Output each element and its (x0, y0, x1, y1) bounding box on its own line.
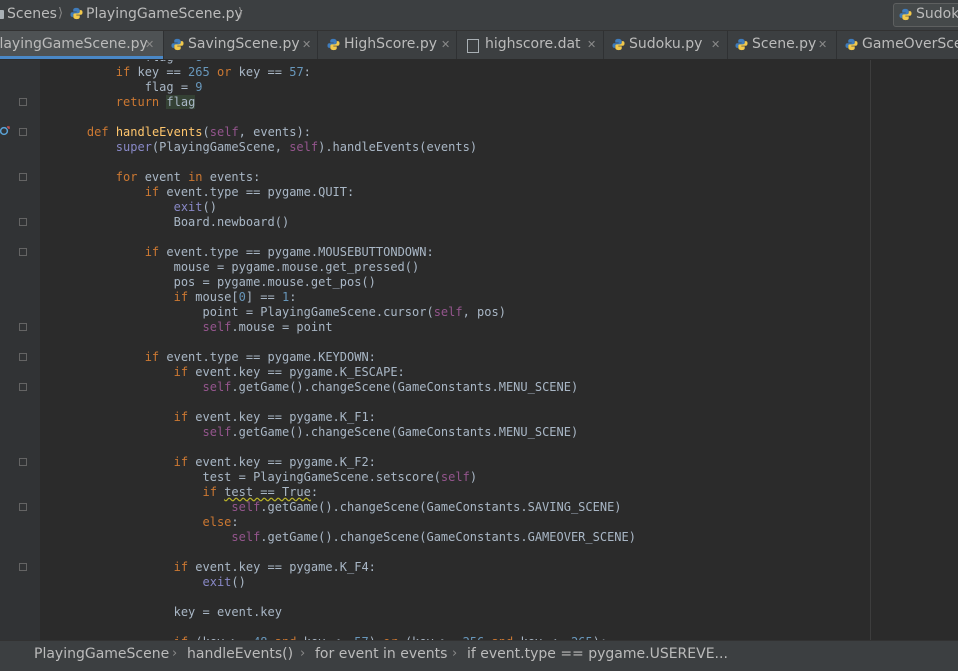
code-line[interactable] (58, 230, 636, 245)
code-line[interactable] (58, 335, 636, 350)
code-line[interactable]: def handleEvents(self, events): (58, 125, 636, 140)
tab-playinggamescene[interactable]: PlayingGameScene.py ✕ (0, 31, 164, 59)
breadcrumb-separator: › (172, 646, 178, 661)
close-icon[interactable]: ✕ (302, 38, 311, 51)
code-line[interactable] (58, 590, 636, 605)
code-line[interactable]: if mouse[0] == 1: (58, 290, 636, 305)
tab-scene[interactable]: Scene.py ✕ (728, 31, 837, 59)
close-icon[interactable]: ✕ (587, 38, 596, 51)
code-line[interactable]: flag = 9 (58, 80, 636, 95)
code-line[interactable] (58, 155, 636, 170)
code-line[interactable]: if event.key == pygame.K_ESCAPE: (58, 365, 636, 380)
breadcrumb-separator: ⟩ (58, 6, 64, 21)
code-line[interactable] (58, 545, 636, 560)
code-line[interactable] (58, 110, 636, 125)
right-margin-guide (870, 60, 871, 640)
code-line[interactable]: key = event.key (58, 605, 636, 620)
override-marker-icon[interactable] (0, 126, 10, 136)
python-file-icon (171, 38, 184, 51)
python-file-icon (70, 7, 83, 20)
close-icon[interactable]: ✕ (711, 38, 720, 51)
code-line[interactable]: exit() (58, 200, 636, 215)
code-content[interactable]: flag = 8 if key == 265 or key == 57: fla… (58, 60, 636, 640)
fold-marker-icon[interactable] (19, 173, 27, 181)
python-file-icon (327, 38, 340, 51)
code-line[interactable]: return flag (58, 95, 636, 110)
code-line[interactable]: pos = pygame.mouse.get_pos() (58, 275, 636, 290)
code-line[interactable]: if key == 265 or key == 57: (58, 65, 636, 80)
tab-highscore-dat[interactable]: highscore.dat ✕ (457, 31, 604, 59)
fold-marker-icon[interactable] (19, 218, 27, 226)
code-line[interactable]: if event.type == pygame.MOUSEBUTTONDOWN: (58, 245, 636, 260)
breadcrumb-class[interactable]: PlayingGameScene (34, 646, 169, 662)
code-breadcrumb-bar: PlayingGameScene › handleEvents() › for … (0, 640, 958, 671)
code-line[interactable]: mouse = pygame.mouse.get_pressed() (58, 260, 636, 275)
python-file-icon (845, 38, 858, 51)
code-line[interactable]: if event.type == pygame.QUIT: (58, 185, 636, 200)
code-line[interactable]: self.getGame().changeScene(GameConstants… (58, 500, 636, 515)
tab-highscore[interactable]: HighScore.py ✕ (318, 31, 457, 59)
fold-marker-icon[interactable] (19, 128, 27, 136)
code-line[interactable]: if event.key == pygame.K_F1: (58, 410, 636, 425)
code-line[interactable]: Board.newboard() (58, 215, 636, 230)
fold-marker-icon[interactable] (19, 458, 27, 466)
editor-gutter (0, 60, 40, 640)
fold-marker-icon[interactable] (19, 503, 27, 511)
close-icon[interactable]: ✕ (145, 38, 154, 51)
breadcrumb-separator: › (452, 646, 458, 661)
editor-tab-bar: PlayingGameScene.py ✕ SavingScene.py ✕ H… (0, 31, 958, 60)
navigation-bar: Scenes ⟩ PlayingGameScene.py ⟩ Sudoku (0, 0, 958, 31)
code-line[interactable]: if event.key == pygame.K_F4: (58, 560, 636, 575)
code-line[interactable]: exit() (58, 575, 636, 590)
fold-marker-icon[interactable] (19, 98, 27, 106)
code-editor[interactable]: flag = 8 if key == 265 or key == 57: fla… (0, 60, 958, 640)
breadcrumb-condition[interactable]: if event.type == pygame.USEREVE... (467, 646, 728, 662)
breadcrumb-method[interactable]: handleEvents() (187, 646, 293, 662)
fold-marker-icon[interactable] (19, 383, 27, 391)
breadcrumb-separator: › (300, 646, 306, 661)
code-line[interactable] (58, 440, 636, 455)
code-line[interactable]: for event in events: (58, 170, 636, 185)
code-line[interactable]: if event.key == pygame.K_F2: (58, 455, 636, 470)
tab-gameoverscene[interactable]: GameOverScene.py (837, 31, 958, 59)
fold-marker-icon[interactable] (19, 353, 27, 361)
code-line[interactable]: test = PlayingGameScene.setscore(self) (58, 470, 636, 485)
tab-sudoku[interactable]: Sudoku.py ✕ (604, 31, 728, 59)
code-line[interactable]: if test == True: (58, 485, 636, 500)
code-line[interactable]: else: (58, 515, 636, 530)
code-line[interactable] (58, 620, 636, 635)
code-line[interactable]: self.getGame().changeScene(GameConstants… (58, 425, 636, 440)
close-icon[interactable]: ✕ (818, 38, 827, 51)
code-line[interactable]: self.getGame().changeScene(GameConstants… (58, 530, 636, 545)
breadcrumb-scenes[interactable]: Scenes (0, 6, 57, 22)
text-file-icon (467, 39, 479, 53)
code-line[interactable]: self.mouse = point (58, 320, 636, 335)
code-line[interactable] (58, 395, 636, 410)
python-file-icon (899, 8, 912, 21)
python-file-icon (735, 38, 748, 51)
run-configuration-dropdown[interactable]: Sudoku (893, 3, 958, 27)
close-icon[interactable]: ✕ (441, 38, 450, 51)
code-line[interactable]: if event.type == pygame.KEYDOWN: (58, 350, 636, 365)
code-line[interactable]: super(PlayingGameScene, self).handleEven… (58, 140, 636, 155)
code-line[interactable]: self.getGame().changeScene(GameConstants… (58, 380, 636, 395)
tab-savingscene[interactable]: SavingScene.py ✕ (164, 31, 318, 59)
python-file-icon (612, 38, 625, 51)
code-line[interactable]: point = PlayingGameScene.cursor(self, po… (58, 305, 636, 320)
breadcrumb-file[interactable]: PlayingGameScene.py (70, 6, 243, 22)
fold-marker-icon[interactable] (19, 563, 27, 571)
breadcrumb-loop[interactable]: for event in events (315, 646, 447, 662)
breadcrumb-separator: ⟩ (238, 6, 244, 21)
folder-icon (0, 10, 4, 19)
fold-marker-icon[interactable] (19, 323, 27, 331)
fold-marker-icon[interactable] (19, 248, 27, 256)
